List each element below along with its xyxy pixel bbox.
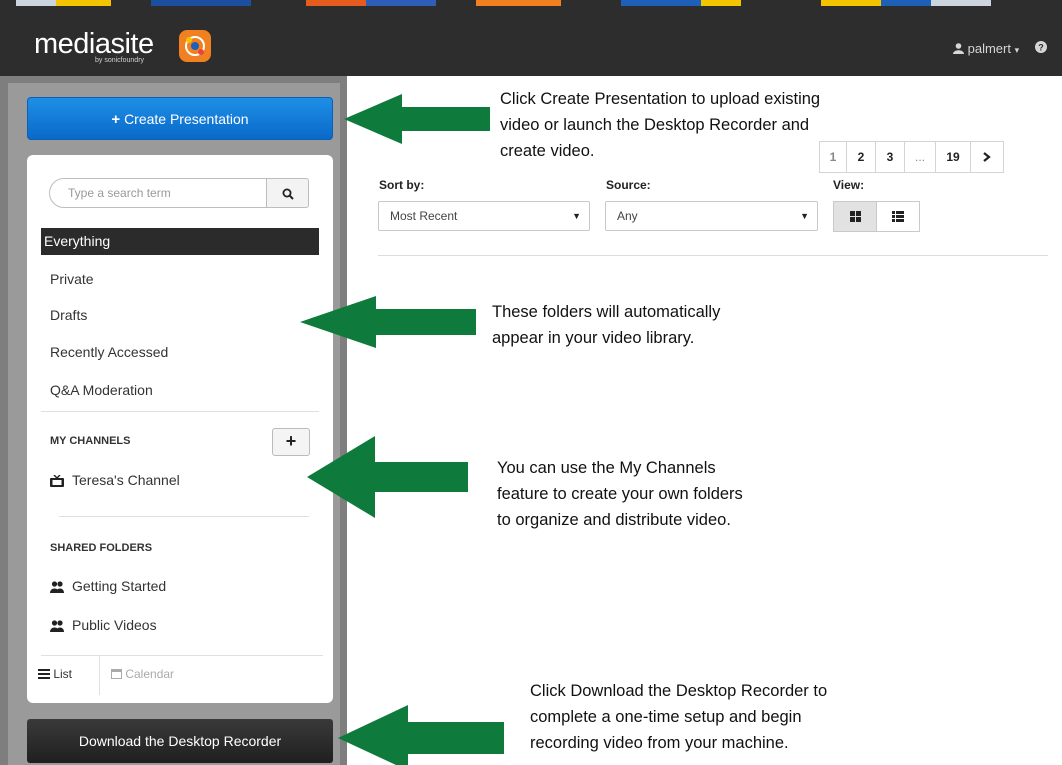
divider [59,516,309,517]
channel-item[interactable]: Teresa's Channel [50,472,180,488]
calendar-icon [111,669,122,679]
users-icon [50,620,64,632]
page-1[interactable]: 1 [819,141,846,173]
nav-everything[interactable]: Everything [41,228,319,255]
nav-recently-accessed[interactable]: Recently Accessed [50,344,168,360]
pagination: 1 2 3 ... 19 [819,141,1004,173]
caret-down-icon: ▾ [1014,45,1020,55]
channel-label: Teresa's Channel [72,472,180,488]
view-label: View: [833,178,865,192]
user-name: palmert [967,41,1011,56]
main-content [355,95,1062,765]
arrow-left-icon [307,436,468,518]
next-page-button[interactable] [970,141,1004,173]
grid-icon [849,211,861,222]
plus-icon: + [111,111,121,128]
my-channels-heading: MY CHANNELS [50,435,131,447]
nav-drafts[interactable]: Drafts [50,307,87,323]
list-icon [38,669,50,679]
svg-text:?: ? [1038,43,1044,53]
callout-line: Click Create Presentation to upload exis… [500,90,821,108]
top-navigation-bar: mediasite by sonicfoundry palmert ▾ ? [0,6,1062,76]
search-icon [282,188,294,200]
page-19[interactable]: 19 [935,141,970,173]
callout-line: to organize and distribute video. [497,511,731,529]
download-desktop-recorder-button[interactable]: Download the Desktop Recorder [27,719,333,763]
shared-folder-label: Getting Started [72,578,167,594]
callout-line: You can use the My Channels [497,459,716,477]
callout-line: create video. [500,142,595,160]
library-panel: Type a search term Everything Private Dr… [27,155,333,703]
nav-qa-moderation[interactable]: Q&A Moderation [50,382,153,398]
nav-private[interactable]: Private [50,271,94,287]
source-select[interactable]: Any ▼ [605,201,818,231]
callout-line: recording video from your machine. [530,734,789,752]
callout-line: video or launch the Desktop Recorder and [500,116,810,134]
shared-folders-heading: SHARED FOLDERS [50,542,153,554]
create-presentation-button[interactable]: + Create Presentation [27,97,333,140]
tab-list-label: List [53,667,73,681]
user-menu[interactable]: palmert ▾ [953,41,1019,56]
divider [41,411,319,412]
plus-icon: + [285,431,297,451]
search-button[interactable] [266,178,309,208]
source-value: Any [617,209,638,223]
page-2[interactable]: 2 [846,141,875,173]
tab-list[interactable]: List [38,667,72,681]
caret-down-icon: ▼ [572,211,581,221]
sort-by-label: Sort by: [379,178,425,192]
tab-calendar-label: Calendar [125,667,175,681]
create-presentation-label: Create Presentation [124,111,249,127]
arrow-left-icon [300,296,476,348]
list-view-button[interactable] [876,201,920,232]
content-divider [378,255,1048,256]
page-ellipsis: ... [904,141,935,173]
callout-create-presentation: Click Create Presentation to upload exis… [500,86,820,164]
shared-folder-item[interactable]: Getting Started [50,578,166,594]
logo-subtitle: by sonicfoundry [95,57,145,64]
callout-line: Click Download the Desktop Recorder to [530,682,828,700]
tab-calendar[interactable]: Calendar [111,667,174,681]
callout-line: feature to create your own folders [497,485,743,503]
callout-download-recorder: Click Download the Desktop Recorder to c… [530,678,827,756]
arrow-left-icon [344,94,490,144]
view-tabs: List Calendar [27,655,333,703]
search-input[interactable]: Type a search term [49,178,267,208]
source-label: Source: [606,178,651,192]
arrow-left-icon [338,705,504,765]
tv-icon [50,474,64,487]
list-icon [892,211,904,222]
caret-down-icon: ▼ [800,211,809,221]
callout-my-channels: You can use the My Channels feature to c… [497,455,743,533]
callout-line: appear in your video library. [492,329,695,347]
users-icon [50,581,64,593]
user-icon [953,43,964,54]
shared-folder-item[interactable]: Public Videos [50,617,157,633]
grid-view-button[interactable] [833,201,877,232]
callout-folders: These folders will automatically appear … [492,299,720,351]
shared-folder-label: Public Videos [72,617,157,633]
mediasite-logo-icon [179,30,211,62]
help-icon[interactable]: ? [1035,41,1047,56]
chevron-right-icon [983,152,991,162]
sort-by-value: Most Recent [390,209,458,223]
callout-line: These folders will automatically [492,303,721,321]
tab-divider [99,655,100,695]
sort-by-select[interactable]: Most Recent ▼ [378,201,590,231]
callout-line: complete a one-time setup and begin [530,708,802,726]
page-3[interactable]: 3 [875,141,904,173]
